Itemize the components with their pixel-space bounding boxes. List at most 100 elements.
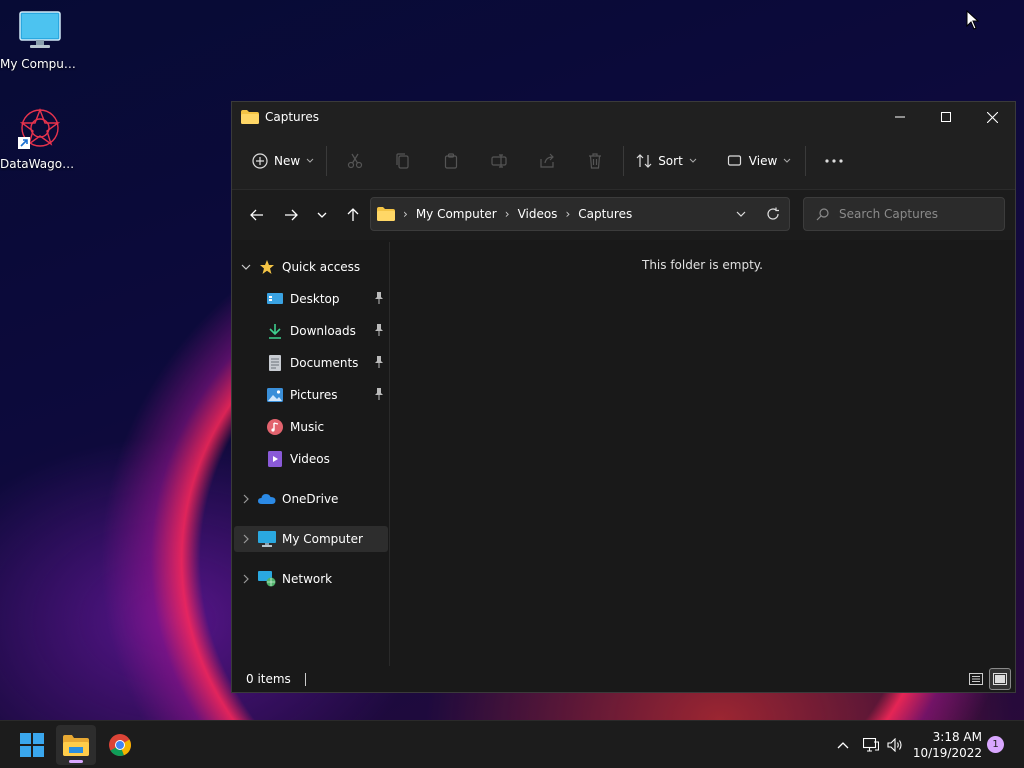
network-status-button[interactable] bbox=[860, 721, 882, 768]
sidebar-item-label: Downloads bbox=[290, 324, 356, 338]
folder-icon bbox=[241, 110, 259, 124]
clock-date: 10/19/2022 bbox=[912, 746, 982, 760]
taskbar-file-explorer[interactable] bbox=[56, 725, 96, 765]
paste-button[interactable] bbox=[427, 145, 475, 177]
chrome-icon bbox=[109, 734, 132, 757]
address-history-button[interactable] bbox=[725, 198, 757, 230]
cut-button[interactable] bbox=[331, 145, 379, 177]
back-button[interactable] bbox=[240, 199, 274, 231]
start-button[interactable] bbox=[12, 725, 52, 765]
scissors-icon bbox=[348, 153, 363, 168]
toolbar-separator bbox=[623, 145, 625, 176]
search-input[interactable] bbox=[839, 207, 999, 221]
sidebar-item-label: Network bbox=[282, 572, 333, 586]
star-icon bbox=[258, 258, 276, 276]
sidebar-item-my-computer[interactable]: My Computer bbox=[234, 526, 388, 552]
sidebar-item-onedrive[interactable]: OneDrive bbox=[234, 486, 388, 512]
share-button[interactable] bbox=[523, 145, 571, 177]
collapse-chevron-icon[interactable] bbox=[234, 264, 258, 270]
forward-button[interactable] bbox=[274, 199, 308, 231]
toolbar-separator bbox=[326, 145, 328, 176]
breadcrumb-separator-icon[interactable]: › bbox=[565, 207, 570, 221]
arrow-up-icon bbox=[347, 208, 359, 221]
sidebar-item-quick-access[interactable]: Quick access bbox=[234, 254, 388, 280]
view-button[interactable]: View bbox=[719, 145, 799, 177]
plus-circle-icon bbox=[252, 152, 268, 169]
share-icon bbox=[540, 153, 555, 168]
delete-button[interactable] bbox=[571, 145, 619, 177]
breadcrumb-videos[interactable]: Videos › bbox=[518, 207, 571, 221]
copy-icon bbox=[396, 152, 409, 169]
breadcrumb-separator-icon[interactable]: › bbox=[505, 207, 510, 221]
breadcrumb-my-computer[interactable]: My Computer › bbox=[416, 207, 510, 221]
rename-button[interactable] bbox=[475, 145, 523, 177]
sidebar-item-downloads[interactable]: Downloads bbox=[234, 318, 388, 344]
breadcrumb-label: Videos bbox=[517, 207, 558, 221]
empty-folder-message: This folder is empty. bbox=[642, 258, 763, 272]
sort-button[interactable]: Sort bbox=[628, 145, 705, 177]
address-bar[interactable]: › My Computer › Videos › Captures bbox=[370, 197, 790, 231]
video-icon bbox=[266, 450, 284, 468]
sidebar-item-music[interactable]: Music bbox=[234, 414, 388, 440]
minimize-button[interactable] bbox=[877, 102, 923, 132]
title-bar[interactable]: Captures bbox=[232, 102, 1015, 132]
sidebar-item-label: OneDrive bbox=[282, 492, 339, 506]
details-view-button[interactable] bbox=[965, 668, 987, 690]
minimize-icon bbox=[895, 116, 905, 118]
notification-badge[interactable]: 1 bbox=[987, 736, 1004, 753]
taskbar-chrome[interactable] bbox=[100, 725, 140, 765]
clock[interactable]: 3:18 AM 10/19/2022 bbox=[912, 729, 982, 761]
maximize-button[interactable] bbox=[923, 102, 969, 132]
sidebar-item-label: My Computer bbox=[282, 532, 363, 546]
navigation-pane: Quick access Desktop Downloads Documents… bbox=[232, 242, 390, 666]
show-hidden-icons-button[interactable] bbox=[832, 721, 854, 768]
trash-icon bbox=[589, 152, 602, 169]
desktop-icon-my-computer[interactable]: My Computer bbox=[0, 10, 80, 71]
chevron-down-icon bbox=[317, 212, 327, 218]
file-list-area[interactable]: This folder is empty. bbox=[390, 242, 1015, 666]
sidebar-item-label: Desktop bbox=[290, 292, 340, 306]
sidebar-item-desktop[interactable]: Desktop bbox=[234, 286, 388, 312]
monitor-icon bbox=[258, 530, 276, 548]
download-icon bbox=[266, 322, 284, 340]
window-title: Captures bbox=[265, 110, 319, 124]
new-button[interactable]: New bbox=[244, 145, 322, 177]
maximize-icon bbox=[941, 112, 951, 122]
recent-locations-button[interactable] bbox=[308, 199, 336, 231]
speaker-icon bbox=[887, 738, 902, 752]
expand-chevron-icon[interactable] bbox=[234, 534, 258, 544]
taskbar: 3:18 AM 10/19/2022 bbox=[0, 720, 1024, 768]
sidebar-item-documents[interactable]: Documents bbox=[234, 350, 388, 376]
mouse-cursor-icon bbox=[966, 10, 980, 30]
sidebar-item-pictures[interactable]: Pictures bbox=[234, 382, 388, 408]
refresh-icon bbox=[767, 207, 779, 220]
cloud-icon bbox=[258, 490, 276, 508]
refresh-button[interactable] bbox=[757, 198, 789, 230]
desktop-icon-datawagon[interactable]: DataWagon... bbox=[0, 106, 80, 171]
pin-icon[interactable] bbox=[374, 388, 384, 403]
details-view-icon bbox=[969, 673, 983, 685]
volume-button[interactable] bbox=[884, 721, 906, 768]
close-button[interactable] bbox=[969, 102, 1015, 132]
expand-chevron-icon[interactable] bbox=[234, 494, 258, 504]
search-box[interactable] bbox=[803, 197, 1005, 231]
pin-icon[interactable] bbox=[374, 324, 384, 339]
sidebar-item-network[interactable]: Network bbox=[234, 566, 388, 592]
sidebar-item-videos[interactable]: Videos bbox=[234, 446, 388, 472]
command-bar: New Sort View bbox=[232, 132, 1015, 190]
datawagon-app-icon bbox=[18, 108, 61, 149]
toolbar-separator bbox=[805, 145, 807, 176]
copy-button[interactable] bbox=[379, 145, 427, 177]
up-button[interactable] bbox=[336, 199, 370, 231]
pin-icon[interactable] bbox=[374, 356, 384, 371]
expand-chevron-icon[interactable] bbox=[234, 574, 258, 584]
breadcrumb-captures[interactable]: Captures bbox=[578, 207, 632, 221]
more-dots-icon bbox=[825, 158, 843, 163]
tiles-view-icon bbox=[993, 673, 1007, 685]
sidebar-item-label: Videos bbox=[290, 452, 330, 466]
more-options-button[interactable] bbox=[810, 145, 858, 177]
chevron-down-icon bbox=[306, 158, 314, 163]
pin-icon[interactable] bbox=[374, 292, 384, 307]
tiles-view-button[interactable] bbox=[989, 668, 1011, 690]
breadcrumb-separator-icon[interactable]: › bbox=[403, 207, 408, 221]
